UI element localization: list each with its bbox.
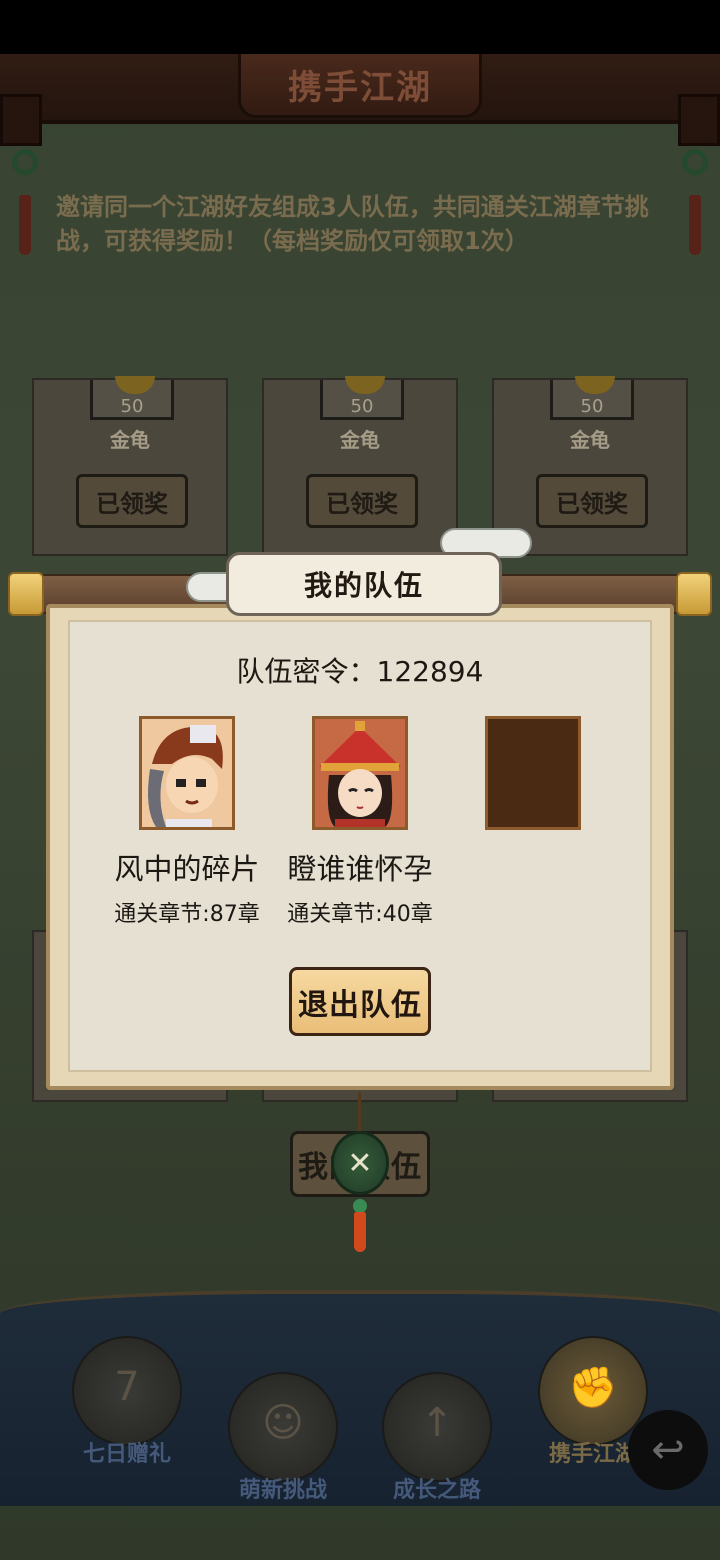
back-button[interactable]: ↩ [628, 1410, 708, 1490]
pendant-cord [358, 1092, 361, 1136]
nav-seven-day-gift[interactable]: 7 七日赠礼 [62, 1336, 192, 1467]
book-arrow-icon: ↑ [420, 1400, 454, 1446]
member-avatar-slot[interactable] [139, 716, 235, 830]
reward-qty: 50 [580, 396, 604, 417]
nav-growth-path[interactable]: ↑ 成长之路 [372, 1372, 502, 1503]
claimed-button[interactable]: 已领奖 [306, 474, 418, 528]
team-code: 队伍密令：122894 [236, 655, 484, 688]
reward-card: 50 金龟 已领奖 [32, 376, 228, 556]
nav-label: 七日赠礼 [82, 1442, 171, 1467]
pendant-bead [353, 1199, 367, 1213]
back-arrow-icon: ↩ [651, 1427, 685, 1473]
intro-text: 邀请同一个江湖好友组成3人队伍，共同通关江湖章节挑战，可获得奖励！（每档奖励仅可… [56, 193, 649, 255]
nav-label: 成长之路 [392, 1478, 481, 1503]
reward-icon-frame: 50 [90, 376, 174, 420]
gold-turtle-icon [115, 376, 155, 394]
reward-icon-frame: 50 [320, 376, 404, 420]
dialog-title: 我的队伍 [303, 569, 424, 602]
reward-item-name: 金龟 [570, 428, 610, 452]
empty-member-slot[interactable] [485, 716, 581, 830]
member-name: 风中的碎片 [114, 852, 260, 886]
exit-team-button[interactable]: 退出队伍 [289, 967, 431, 1036]
gift-box-icon: 7 [114, 1364, 140, 1410]
member-avatar-slot[interactable] [312, 716, 408, 830]
reward-item-name: 金龟 [110, 428, 150, 452]
pendant-tassel [354, 1212, 366, 1252]
reward-qty: 50 [350, 396, 374, 417]
scroll-rod-cap [8, 572, 44, 616]
claimed-button[interactable]: 已领奖 [76, 474, 188, 528]
member-name: 瞪谁谁怀孕 [287, 852, 433, 886]
gold-turtle-icon [575, 376, 615, 394]
bottom-nav: 7 七日赠礼 ☺ 萌新挑战 ↑ 成长之路 ✊ 携手江湖 [0, 1290, 720, 1506]
handshake-icon: ✊ [568, 1365, 618, 1411]
dialog-title-tab: 我的队伍 [226, 552, 502, 616]
scroll-rod-cap [676, 572, 712, 616]
member-chapter: 通关章节:87章 [114, 902, 260, 927]
gold-turtle-icon [345, 376, 385, 394]
reward-card: 50 金龟 已领奖 [262, 376, 458, 556]
mask-icon: ☺ [262, 1400, 304, 1446]
status-bar [0, 0, 720, 54]
reward-qty: 50 [120, 396, 144, 417]
reward-item-name: 金龟 [340, 428, 380, 452]
claimed-button[interactable]: 已领奖 [536, 474, 648, 528]
nav-newbie-challenge[interactable]: ☺ 萌新挑战 [218, 1372, 348, 1503]
boy-warrior-avatar [142, 719, 232, 827]
close-button[interactable]: ✕ [331, 1131, 389, 1195]
reward-icon-frame: 50 [550, 376, 634, 420]
close-icon: ✕ [347, 1145, 373, 1181]
member-chapter: 通关章节:40章 [287, 902, 433, 927]
nav-label: 萌新挑战 [238, 1478, 327, 1503]
girl-red-hat-avatar [315, 719, 405, 827]
